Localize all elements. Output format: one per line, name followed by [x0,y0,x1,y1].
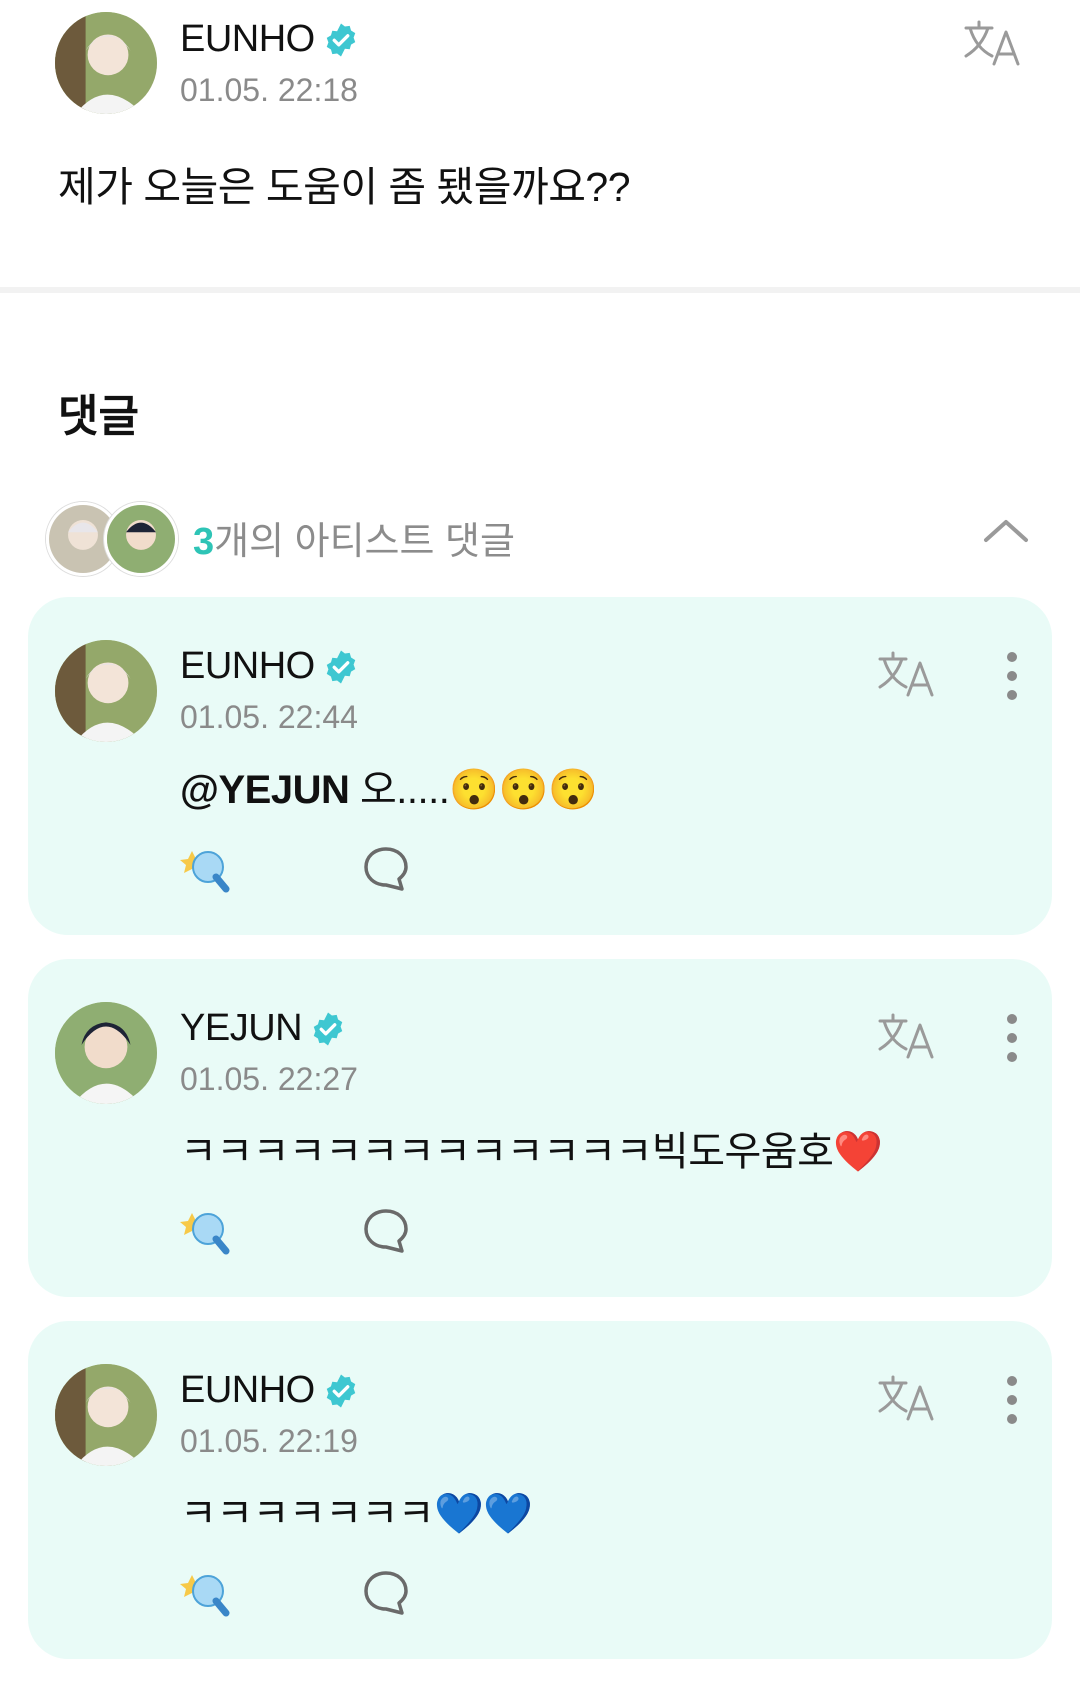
comment-author-avatar[interactable] [55,640,157,742]
comment-timestamp: 01.05. 22:19 [180,1423,358,1459]
mention[interactable]: @YEJUN [180,768,350,812]
chevron-up-icon[interactable] [982,516,1030,544]
light-stick-icon[interactable] [180,843,236,893]
comment-text: ㅋㅋㅋㅋㅋㅋㅋㅋㅋㅋㅋㅋㅋ빅도우움호❤️ [180,1130,883,1174]
comments-section-title: 댓글 [58,392,139,441]
comment-card: EUNHO 01.05. 22:19 ㅋㅋㅋㅋㅋㅋㅋ💙💙 [28,1321,1052,1659]
comment-timestamp: 01.05. 22:44 [180,699,358,735]
more-vertical-icon[interactable] [1002,649,1022,703]
speech-bubble-icon[interactable] [358,1205,414,1255]
verified-badge-icon [313,1012,343,1045]
artist-comments-count-label[interactable]: 3개의 아티스트 댓글 [193,510,515,565]
light-stick-icon[interactable] [180,1205,236,1255]
post-author-name[interactable]: EUNHO [180,18,359,61]
comment-card: EUNHO 01.05. 22:44 @YEJUN 오.....😯😯😯 [28,597,1052,935]
more-vertical-icon[interactable] [1002,1011,1022,1065]
more-vertical-icon[interactable] [1002,1373,1022,1427]
verified-badge-icon [326,23,355,56]
post-body: 제가 오늘은 도움이 좀 됐을까요?? [58,164,631,210]
artist-avatars-stack [46,502,178,576]
light-stick-icon[interactable] [180,1567,236,1617]
translate-icon[interactable] [962,18,1024,68]
comment-text: ㅋㅋㅋㅋㅋㅋㅋ💙💙 [180,1492,533,1536]
section-divider [0,287,1080,293]
comment-timestamp: 01.05. 22:27 [180,1061,358,1097]
speech-bubble-icon[interactable] [358,1567,414,1617]
translate-icon[interactable] [876,1011,938,1061]
post-timestamp: 01.05. 22:18 [180,72,358,108]
post-author-avatar[interactable] [55,12,157,114]
verified-badge-icon [326,650,355,683]
comment-author-name[interactable]: YEJUN [180,1007,346,1050]
comment-card: YEJUN 01.05. 22:27 ㅋㅋㅋㅋㅋㅋㅋㅋㅋㅋㅋㅋㅋ빅도우움호❤️ [28,959,1052,1297]
comment-text: @YEJUN 오.....😯😯😯 [180,768,598,812]
translate-icon[interactable] [876,649,938,699]
comment-author-avatar[interactable] [55,1002,157,1104]
artist-comments-count: 3 [193,521,215,563]
comment-author-name[interactable]: EUNHO [180,645,359,688]
comment-author-name[interactable]: EUNHO [180,1369,359,1412]
translate-icon[interactable] [876,1373,938,1423]
comment-author-avatar[interactable] [55,1364,157,1466]
verified-badge-icon [326,1374,355,1407]
speech-bubble-icon[interactable] [358,843,414,893]
artist-avatar-2 [104,502,178,576]
